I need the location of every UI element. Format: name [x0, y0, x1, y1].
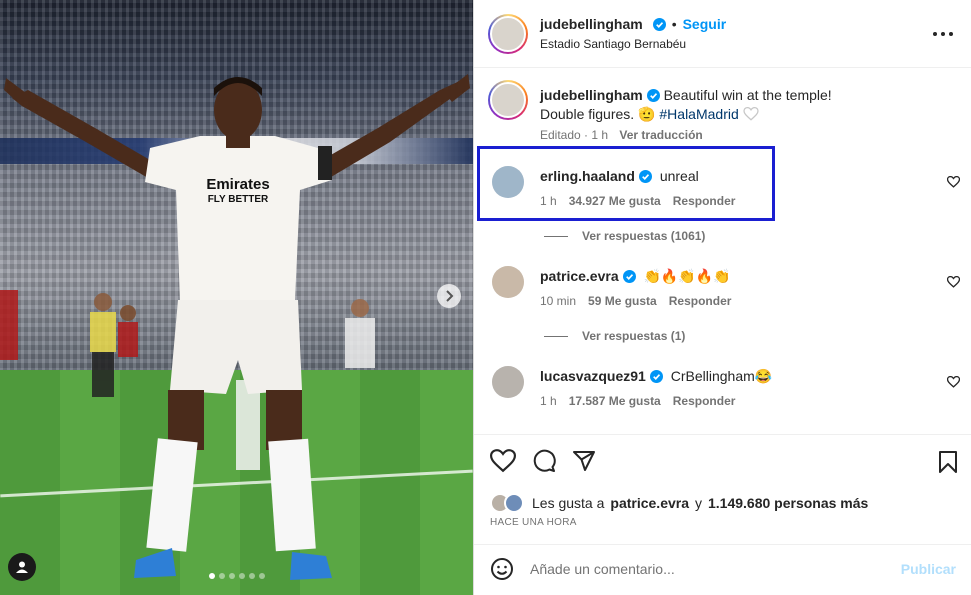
comment-input[interactable] [530, 557, 890, 581]
svg-text:Emirates: Emirates [206, 176, 269, 193]
commenter-avatar[interactable] [492, 366, 524, 398]
liker-avatars[interactable] [490, 493, 524, 513]
carousel-dot [238, 573, 245, 579]
player-figure: Emirates FLY BETTER [0, 74, 470, 580]
view-replies-label: Ver respuestas (1) [582, 329, 686, 343]
liker-username[interactable]: patrice.evra [610, 495, 689, 511]
post-photo[interactable]: Emirates FLY BETTER [0, 0, 473, 595]
post-comment-button[interactable]: Publicar [901, 561, 956, 577]
comment-icon[interactable] [532, 449, 556, 473]
commenter-avatar[interactable] [492, 266, 524, 298]
verified-badge-icon [622, 270, 636, 283]
caption-username[interactable]: judebellingham [540, 87, 643, 103]
share-icon[interactable] [572, 449, 596, 473]
carousel-dot [228, 573, 235, 579]
view-replies[interactable]: Ver respuestas (1061) [544, 229, 705, 243]
comment-item: patrice.evra 👏🔥👏🔥👏 10 min 59 Me gusta Re… [474, 260, 971, 330]
caption-line-2: Double figures. 🫡 [540, 106, 656, 122]
hashtag-link[interactable]: #HalaMadrid [659, 106, 738, 122]
author-avatar[interactable] [488, 14, 528, 54]
post-timestamp: HACE UNA HORA [490, 517, 577, 528]
follow-button[interactable]: Seguir [683, 16, 727, 32]
emoji-icon[interactable] [490, 557, 514, 581]
post-dialog: Emirates FLY BETTER judebellingham • Seg… [0, 0, 971, 595]
verified-badge-icon [652, 17, 666, 31]
caption-line-1: Beautiful win at the temple! [663, 87, 832, 103]
likes-others[interactable]: 1.149.680 personas más [708, 495, 868, 511]
comment-likes[interactable]: 17.587 Me gusta [569, 394, 661, 408]
comment-username[interactable]: patrice.evra [540, 268, 619, 284]
reply-button[interactable]: Responder [669, 294, 732, 308]
comment-likes[interactable]: 59 Me gusta [588, 294, 657, 308]
carousel-dot [218, 573, 225, 579]
svg-text:FLY BETTER: FLY BETTER [208, 194, 269, 205]
comment-username[interactable]: lucasvazquez91 [540, 368, 646, 384]
user-tag-icon [16, 561, 28, 573]
separator-dot: • [671, 16, 677, 32]
caption-avatar[interactable] [488, 80, 528, 120]
carousel-dot [258, 573, 265, 579]
heart-icon[interactable] [947, 376, 960, 388]
post-header: judebellingham • Seguir Estadio Santiago… [474, 0, 971, 68]
caption-edited: Editado · 1 h [540, 128, 609, 142]
carousel-dot [208, 573, 215, 579]
reply-button[interactable]: Responder [673, 394, 736, 408]
comment-time: 10 min [540, 294, 577, 308]
caption-text: judebellingham Beautiful win at the temp… [540, 86, 840, 124]
bookmark-icon[interactable] [938, 451, 958, 473]
see-translation-link[interactable]: Ver traducción [619, 128, 702, 142]
more-options-icon[interactable] [931, 24, 955, 44]
highlight-box [477, 146, 775, 221]
view-replies[interactable]: Ver respuestas (1) [544, 329, 685, 343]
post-actions: Les gusta a patrice.evra y 1.149.680 per… [474, 434, 971, 544]
heart-icon [743, 106, 759, 121]
likes-prefix: Les gusta a [532, 495, 605, 511]
next-arrow-icon [446, 290, 454, 302]
view-replies-label: Ver respuestas (1061) [582, 229, 706, 243]
post-sidebar: judebellingham • Seguir Estadio Santiago… [473, 0, 971, 595]
comment-item: lucasvazquez91 CrBellingham😂 1 h 17.587 … [474, 360, 971, 430]
heart-icon[interactable] [490, 449, 516, 473]
heart-icon[interactable] [947, 276, 960, 288]
next-photo-button[interactable] [437, 284, 461, 308]
author-username[interactable]: judebellingham [540, 16, 643, 32]
verified-badge-icon [646, 89, 660, 102]
post-location[interactable]: Estadio Santiago Bernabéu [540, 37, 686, 51]
comment-time: 1 h [540, 394, 557, 408]
comment-text: 👏🔥👏🔥👏 [643, 268, 731, 284]
heart-icon[interactable] [947, 176, 960, 188]
caption-meta: Editado · 1 h Ver traducción [540, 128, 703, 142]
carousel-dot [248, 573, 255, 579]
likes-connector: y [695, 495, 702, 511]
verified-badge-icon [649, 370, 663, 383]
carousel-indicator [0, 573, 473, 579]
comment-text: CrBellingham😂 [670, 368, 773, 384]
likes-summary: Les gusta a patrice.evra y 1.149.680 per… [490, 493, 868, 513]
comment-composer: Publicar [474, 544, 971, 595]
